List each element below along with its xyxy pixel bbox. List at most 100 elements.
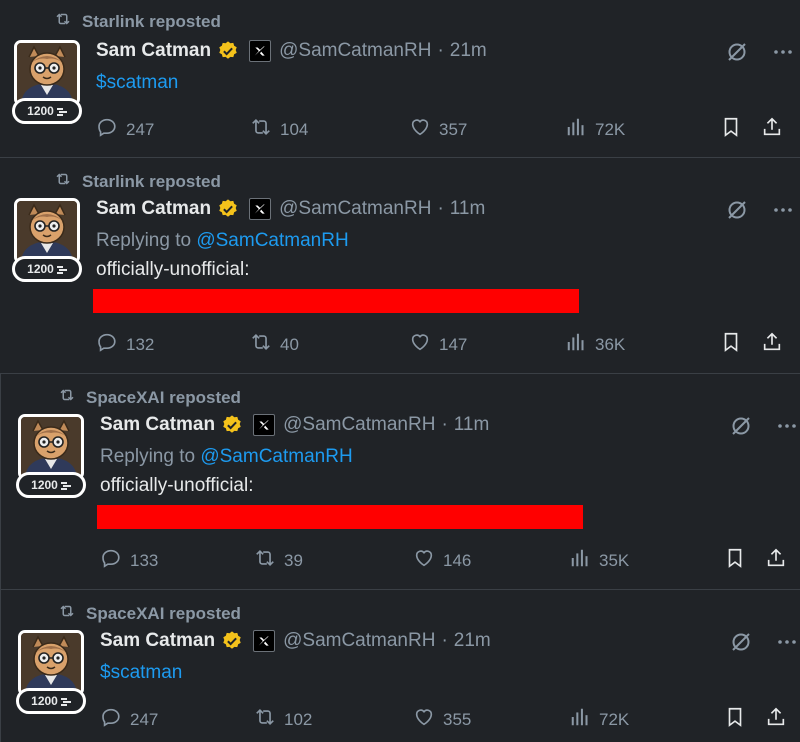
avatar[interactable] <box>14 40 80 106</box>
share-button[interactable] <box>761 331 783 358</box>
retweet-icon <box>250 116 272 143</box>
share-button[interactable] <box>765 706 787 733</box>
verified-icon[interactable] <box>221 414 243 436</box>
tweet-header: Sam Catman @SamCatmanRH · 11m <box>100 414 489 436</box>
x-logo-icon[interactable] <box>253 414 276 436</box>
x-logo-icon[interactable] <box>253 630 276 652</box>
bookmark-button[interactable] <box>720 331 742 358</box>
replying-label: Replying to <box>96 230 192 251</box>
separator-dot: · <box>441 414 448 435</box>
bookmark-button[interactable] <box>720 116 742 143</box>
avatar[interactable] <box>18 630 84 696</box>
like-button[interactable]: 357 <box>409 116 467 143</box>
like-button[interactable]: 146 <box>413 547 471 574</box>
x-logo-icon[interactable] <box>249 40 272 62</box>
display-name[interactable]: Sam Catman <box>100 414 215 436</box>
views-button[interactable]: 72K <box>569 706 629 733</box>
timestamp[interactable]: 21m <box>454 630 491 652</box>
retweet-button[interactable]: 102 <box>254 706 312 733</box>
views-button[interactable]: 36K <box>565 331 625 358</box>
separator-dot: · <box>437 40 444 61</box>
reply-button[interactable]: 133 <box>100 547 158 574</box>
like-icon <box>413 706 435 733</box>
avatar-container[interactable]: 1200 <box>16 414 86 504</box>
avatar-container[interactable]: 1200 <box>12 40 82 130</box>
replying-handle[interactable]: @SamCatmanRH <box>196 230 348 251</box>
reply-count: 247 <box>130 709 159 729</box>
tweet-card[interactable]: Starlink reposted 1200 Sam Catman @SamCatma… <box>0 0 800 157</box>
user-handle[interactable]: @SamCatmanRH <box>283 414 435 436</box>
repost-context[interactable]: Starlink reposted <box>54 10 221 33</box>
tweet-menu <box>729 414 799 443</box>
verified-icon[interactable] <box>221 630 243 652</box>
avatar[interactable] <box>14 198 80 264</box>
repost-context[interactable]: SpaceXAI reposted <box>58 602 241 625</box>
redaction-bar <box>93 289 579 313</box>
reply-button[interactable]: 132 <box>96 331 154 358</box>
share-button[interactable] <box>761 116 783 143</box>
share-button[interactable] <box>765 547 787 574</box>
avatar-container[interactable]: 1200 <box>16 630 86 720</box>
views-icon <box>565 331 587 358</box>
grok-icon[interactable] <box>729 414 753 443</box>
tweet-card[interactable]: SpaceXAI reposted 1200 Sam Catman @SamCatma… <box>0 589 800 742</box>
tweet-menu <box>725 40 795 69</box>
more-icon[interactable] <box>775 630 799 659</box>
tweet-menu <box>729 630 799 659</box>
display-name[interactable]: Sam Catman <box>100 630 215 652</box>
timestamp[interactable]: 21m <box>450 40 487 62</box>
like-button[interactable]: 355 <box>413 706 471 733</box>
views-count: 72K <box>599 709 630 729</box>
views-button[interactable]: 35K <box>569 547 629 574</box>
views-button[interactable]: 72K <box>565 116 625 143</box>
user-handle[interactable]: @SamCatmanRH <box>279 40 431 62</box>
badge-count: 1200 <box>31 694 58 708</box>
verified-icon[interactable] <box>217 198 239 220</box>
reply-icon <box>96 331 118 358</box>
repost-label: Starlink reposted <box>82 171 221 191</box>
timestamp[interactable]: 11m <box>450 198 486 220</box>
timestamp[interactable]: 11m <box>454 414 490 436</box>
cashtag-link[interactable]: $scatman <box>100 662 182 684</box>
verified-icon[interactable] <box>217 40 239 62</box>
grok-icon[interactable] <box>725 198 749 227</box>
views-count: 72K <box>595 119 626 139</box>
redaction-bar <box>97 505 583 529</box>
user-handle[interactable]: @SamCatmanRH <box>279 198 431 220</box>
repost-context[interactable]: SpaceXAI reposted <box>58 386 241 409</box>
reply-button[interactable]: 247 <box>96 116 154 143</box>
like-button[interactable]: 147 <box>409 331 467 358</box>
avatar-container[interactable]: 1200 <box>12 198 82 288</box>
like-icon <box>413 547 435 574</box>
reply-icon <box>100 706 122 733</box>
more-icon[interactable] <box>771 198 795 227</box>
cashtag-link[interactable]: $scatman <box>96 72 178 94</box>
x-logo-icon[interactable] <box>249 198 272 220</box>
more-icon[interactable] <box>771 40 795 69</box>
bookmark-icon <box>720 116 742 143</box>
display-name[interactable]: Sam Catman <box>96 40 211 62</box>
tweet-card[interactable]: Starlink reposted 1200 Sam Catman @SamCatma… <box>0 157 800 373</box>
tweet-text: officially-unofficial: <box>100 475 254 496</box>
display-name[interactable]: Sam Catman <box>96 198 211 220</box>
bookmark-button[interactable] <box>724 706 746 733</box>
replying-handle[interactable]: @SamCatmanRH <box>200 446 352 467</box>
avatar[interactable] <box>18 414 84 480</box>
user-handle[interactable]: @SamCatmanRH <box>283 630 435 652</box>
retweet-button[interactable]: 40 <box>250 331 299 358</box>
bookmark-button[interactable] <box>724 547 746 574</box>
like-icon <box>409 116 431 143</box>
tweet-card[interactable]: SpaceXAI reposted 1200 Sam Catman @SamCatma… <box>0 373 800 589</box>
repost-context[interactable]: Starlink reposted <box>54 170 221 193</box>
more-icon[interactable] <box>775 414 799 443</box>
bookmark-icon <box>720 331 742 358</box>
grok-icon[interactable] <box>729 630 753 659</box>
bars-icon <box>60 696 71 706</box>
bookmark-icon <box>724 706 746 733</box>
retweet-button[interactable]: 39 <box>254 547 303 574</box>
reply-button[interactable]: 247 <box>100 706 158 733</box>
retweet-button[interactable]: 104 <box>250 116 308 143</box>
grok-icon[interactable] <box>725 40 749 69</box>
tweet-header: Sam Catman @SamCatmanRH · 21m <box>96 40 487 62</box>
repost-icon <box>54 170 72 193</box>
